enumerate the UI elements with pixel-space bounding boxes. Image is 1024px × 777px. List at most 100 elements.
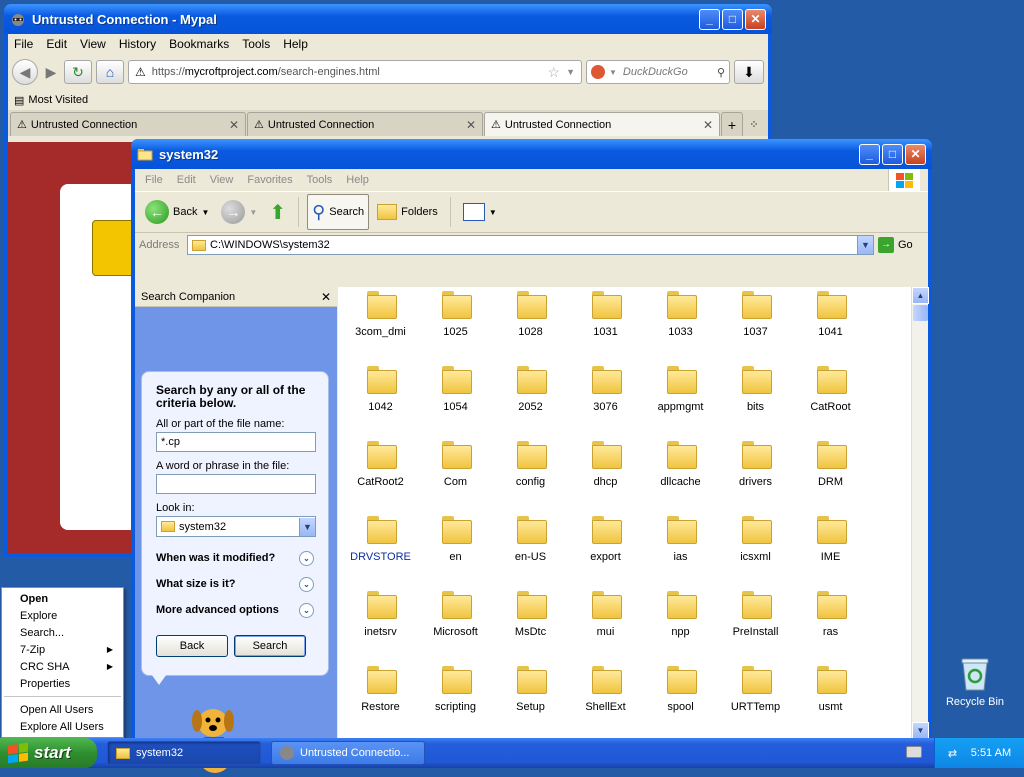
folder-item[interactable]: Setup (493, 666, 568, 713)
tab-close-icon[interactable]: ✕ (466, 118, 476, 132)
search-icon[interactable]: ⚲ (717, 66, 725, 79)
folder-item[interactable]: CatRoot2 (343, 441, 418, 488)
companion-back-button[interactable]: Back (156, 635, 228, 657)
folder-item[interactable]: 1033 (643, 291, 718, 338)
menu-edit[interactable]: Edit (177, 174, 196, 186)
menu-help[interactable]: Help (346, 174, 369, 186)
maximize-button[interactable]: □ (882, 143, 903, 165)
folder-item[interactable]: URTTemp (718, 666, 793, 713)
folder-item[interactable]: appmgmt (643, 366, 718, 413)
context-menu-item[interactable]: Explore (2, 607, 123, 624)
browser-titlebar[interactable]: Untrusted Connection - Mypal _ □ ✕ (4, 4, 772, 34)
folder-item[interactable]: 2052 (493, 366, 568, 413)
tab-untrusted-2[interactable]: ⚠ Untrusted Connection ✕ (247, 112, 483, 136)
taskbar-system32[interactable]: system32 (107, 741, 261, 765)
close-pane-icon[interactable]: ✕ (321, 290, 331, 304)
folder-item[interactable]: 1054 (418, 366, 493, 413)
folder-item[interactable]: Com (418, 441, 493, 488)
folder-item[interactable]: spool (643, 666, 718, 713)
folder-item[interactable]: en (418, 516, 493, 563)
keyboard-layout-icon[interactable] (906, 746, 922, 758)
tab-close-icon[interactable]: ✕ (703, 118, 713, 132)
explorer-window[interactable]: system32 _ □ ✕ File Edit View Favorites … (131, 139, 932, 773)
chevron-down-icon[interactable]: ⌄ (299, 550, 314, 566)
views-button[interactable]: ▼ (459, 194, 501, 230)
folder-item[interactable]: icsxml (718, 516, 793, 563)
menu-history[interactable]: History (119, 37, 156, 51)
file-list-view[interactable]: 3com_dmi 1025 1028 1031 1033 1037 1041 1042 1054… (338, 287, 911, 739)
recycle-bin[interactable]: Recycle Bin (942, 656, 1008, 708)
close-button[interactable]: ✕ (905, 143, 926, 165)
folder-item[interactable]: bits (718, 366, 793, 413)
back-arrow-icon[interactable]: ◀ (12, 59, 38, 85)
address-dropdown-icon[interactable]: ▼ (857, 236, 873, 254)
folder-item[interactable]: Restore (343, 666, 418, 713)
folder-item[interactable]: ras (793, 591, 868, 638)
look-in-select[interactable]: system32 ▼ (156, 516, 316, 537)
folder-item[interactable]: CatRoot (793, 366, 868, 413)
option-modified[interactable]: When was it modified? ⌄ (156, 545, 314, 571)
context-menu-item[interactable]: CRC SHA ▶ (2, 658, 123, 675)
folder-item[interactable]: 3com_dmi (343, 291, 418, 338)
folder-item[interactable]: ShellExt (568, 666, 643, 713)
folders-button[interactable]: Folders (373, 194, 442, 230)
folder-item[interactable]: drivers (718, 441, 793, 488)
back-button[interactable]: ← Back ▼ (141, 194, 213, 230)
forward-arrow-icon[interactable]: ▶ (42, 59, 60, 85)
folder-item[interactable]: 1031 (568, 291, 643, 338)
phrase-input[interactable] (156, 474, 316, 494)
taskbar-browser[interactable]: Untrusted Connectio... (271, 741, 425, 765)
bookmark-star-icon[interactable]: ☆ (548, 64, 561, 81)
folder-item[interactable]: 1037 (718, 291, 793, 338)
chevron-down-icon[interactable]: ⌄ (299, 576, 314, 592)
folder-item[interactable]: MsDtc (493, 591, 568, 638)
folder-item[interactable]: IME (793, 516, 868, 563)
menu-help[interactable]: Help (283, 37, 308, 51)
context-menu-item[interactable]: Explore All Users (2, 718, 123, 735)
menu-favorites[interactable]: Favorites (247, 174, 292, 186)
forward-dropdown-icon[interactable]: ▼ (249, 208, 257, 217)
up-folder-button[interactable]: ⬆ (265, 194, 290, 230)
vertical-scrollbar[interactable]: ▲ ▼ (911, 287, 929, 739)
folder-item[interactable]: 3076 (568, 366, 643, 413)
views-dropdown-icon[interactable]: ▼ (489, 208, 497, 217)
network-icon[interactable]: ⇄ (948, 747, 957, 760)
folder-item[interactable]: export (568, 516, 643, 563)
folder-item[interactable]: 1028 (493, 291, 568, 338)
menu-file[interactable]: File (145, 174, 163, 186)
context-menu-item[interactable]: Open All Users (2, 701, 123, 718)
tab-list-icon[interactable]: ⁘ (744, 112, 764, 136)
tab-untrusted-3[interactable]: ⚠ Untrusted Connection ✕ (484, 112, 720, 136)
search-engine-dropdown-icon[interactable]: ▼ (609, 68, 617, 77)
url-dropdown-icon[interactable]: ▼ (566, 67, 575, 77)
minimize-button[interactable]: _ (699, 8, 720, 30)
new-tab-button[interactable]: + (721, 112, 743, 136)
context-menu-item[interactable]: Search... (2, 624, 123, 641)
companion-search-button[interactable]: Search (234, 635, 306, 657)
folder-item[interactable]: DRM (793, 441, 868, 488)
folder-item[interactable]: ias (643, 516, 718, 563)
back-dropdown-icon[interactable]: ▼ (201, 208, 209, 217)
folder-item[interactable]: usmt (793, 666, 868, 713)
menu-bookmarks[interactable]: Bookmarks (169, 37, 229, 51)
file-name-input[interactable]: *.cp (156, 432, 316, 452)
option-size[interactable]: What size is it? ⌄ (156, 571, 314, 597)
folder-item[interactable]: config (493, 441, 568, 488)
maximize-button[interactable]: □ (722, 8, 743, 30)
folder-item[interactable]: PreInstall (718, 591, 793, 638)
menu-tools[interactable]: Tools (307, 174, 333, 186)
explorer-titlebar[interactable]: system32 _ □ ✕ (131, 139, 932, 169)
close-button[interactable]: ✕ (745, 8, 766, 30)
scroll-up-icon[interactable]: ▲ (912, 287, 929, 304)
folder-item[interactable]: en-US (493, 516, 568, 563)
forward-button[interactable]: → ▼ (217, 194, 261, 230)
context-menu-item[interactable]: 7-Zip ▶ (2, 641, 123, 658)
context-menu-item[interactable]: Properties (2, 675, 123, 692)
scroll-down-icon[interactable]: ▼ (912, 722, 929, 739)
menu-view[interactable]: View (80, 37, 106, 51)
chevron-down-icon[interactable]: ⌄ (299, 602, 314, 618)
folder-item[interactable]: Microsoft (418, 591, 493, 638)
folder-item[interactable]: 1041 (793, 291, 868, 338)
menu-tools[interactable]: Tools (242, 37, 270, 51)
url-bar[interactable]: ⚠ https://mycroftproject.com/search-engi… (128, 60, 582, 84)
